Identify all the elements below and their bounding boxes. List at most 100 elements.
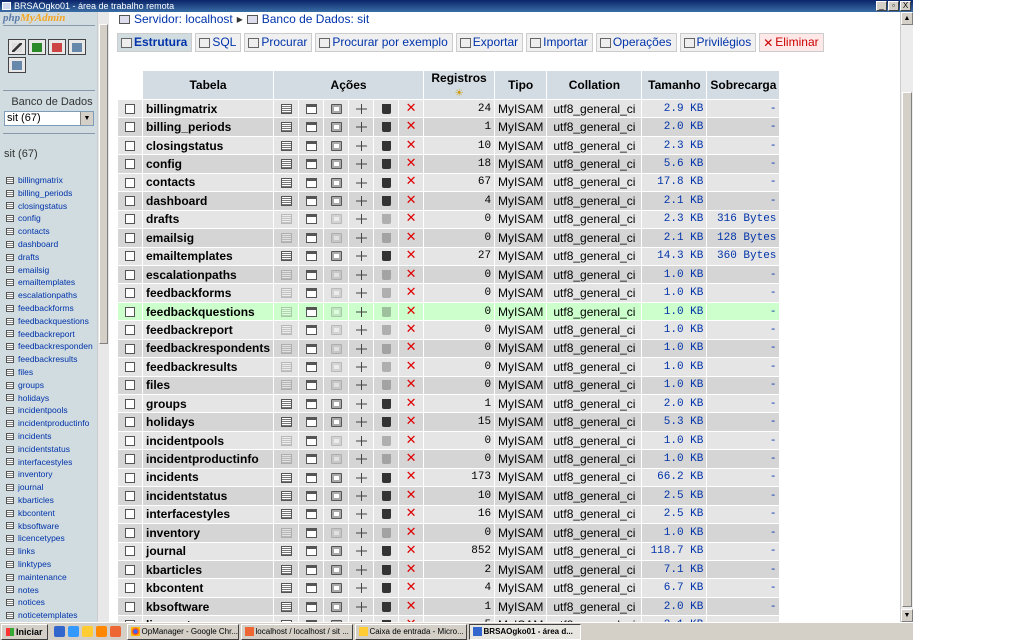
table-name[interactable]: feedbackresults <box>143 358 274 376</box>
drop-icon[interactable]: ✕ <box>406 211 417 226</box>
help-icon[interactable]: ☀ <box>455 88 464 99</box>
tab-sql[interactable]: SQL <box>195 33 242 52</box>
scroll-down-arrow-icon[interactable]: ▼ <box>901 609 913 622</box>
table-row[interactable]: emailsig ✕ 0 MyISAM utf8_general_ci 2.1 KB 128… <box>118 229 780 247</box>
internet-explorer-icon[interactable] <box>67 626 79 637</box>
table-name[interactable]: closingstatus <box>143 136 274 155</box>
table-row[interactable]: feedbackresults ✕ 0 MyISAM utf8_general_ci 1.… <box>118 358 780 376</box>
phpmyadmin-logo[interactable]: phpMyAdmin <box>3 12 99 24</box>
reload-button[interactable] <box>8 57 26 73</box>
table-size[interactable]: 6.7 KB <box>642 579 707 597</box>
browse-icon[interactable] <box>280 214 292 225</box>
table-size[interactable]: 2.0 KB <box>642 118 707 136</box>
structure-icon[interactable] <box>305 140 317 151</box>
structure-icon[interactable] <box>305 472 317 483</box>
insert-icon[interactable] <box>355 398 367 409</box>
sidebar-table-link[interactable]: kbsoftware <box>6 520 106 533</box>
insert-icon[interactable] <box>355 546 367 557</box>
drop-icon[interactable]: ✕ <box>406 414 417 429</box>
search-icon[interactable] <box>330 435 342 446</box>
sidebar-table-link[interactable]: escalationpaths <box>6 289 106 302</box>
firefox-icon[interactable] <box>109 626 121 637</box>
table-size[interactable]: 1.0 KB <box>642 265 707 284</box>
row-checkbox[interactable] <box>125 103 135 114</box>
table-size[interactable]: 1.0 KB <box>642 321 707 339</box>
drop-icon[interactable]: ✕ <box>406 156 417 171</box>
structure-icon[interactable] <box>305 454 317 465</box>
overhead[interactable]: 128 Bytes <box>707 229 780 247</box>
table-size[interactable]: 1.0 KB <box>642 450 707 468</box>
browse-icon[interactable] <box>280 269 292 280</box>
search-icon[interactable] <box>330 398 342 409</box>
drop-icon[interactable]: ✕ <box>406 469 417 484</box>
empty-table-icon[interactable] <box>381 601 391 612</box>
sidebar-table-link[interactable]: feedbackreport <box>6 328 106 341</box>
sidebar-table-link[interactable]: contacts <box>6 225 106 238</box>
empty-table-icon[interactable] <box>381 564 391 575</box>
taskbar-button-inbox[interactable]: Caixa de entrada - Micro... <box>354 623 467 640</box>
table-size[interactable]: 66.2 KB <box>642 468 707 487</box>
table-row[interactable]: kbcontent ✕ 4 MyISAM utf8_general_ci 6.7 KB - <box>118 579 780 597</box>
empty-table-icon[interactable] <box>381 196 391 206</box>
search-icon[interactable] <box>330 214 342 225</box>
empty-table-icon[interactable] <box>381 122 391 133</box>
overhead[interactable]: 316 Bytes <box>707 210 780 229</box>
empty-table-icon[interactable] <box>381 177 391 188</box>
tab-eliminar[interactable]: ✕ Eliminar <box>759 33 824 52</box>
drop-icon[interactable]: ✕ <box>406 285 417 300</box>
table-row[interactable]: feedbackforms ✕ 0 MyISAM utf8_general_ci 1.0 … <box>118 284 780 302</box>
browse-icon[interactable] <box>280 435 292 446</box>
table-row[interactable]: billing_periods ✕ 1 MyISAM utf8_general_ci 2.… <box>118 118 780 136</box>
table-size[interactable]: 2.0 KB <box>642 395 707 413</box>
sidebar-table-link[interactable]: holidays <box>6 392 106 405</box>
row-checkbox[interactable] <box>125 288 135 299</box>
browse-icon[interactable] <box>280 232 292 243</box>
insert-icon[interactable] <box>355 454 367 465</box>
sidebar-table-link[interactable]: journal <box>6 481 106 494</box>
table-row[interactable]: journal ✕ 852 MyISAM utf8_general_ci 118.7 KB… <box>118 542 780 560</box>
search-icon[interactable] <box>330 232 342 243</box>
tab-importar[interactable]: Importar <box>526 33 593 52</box>
sidebar-table-link[interactable]: emailsig <box>6 264 106 277</box>
insert-icon[interactable] <box>355 601 367 612</box>
table-size[interactable]: 2.3 KB <box>642 136 707 155</box>
sidebar-table-link[interactable]: config <box>6 212 106 225</box>
drop-icon[interactable]: ✕ <box>406 230 417 245</box>
insert-icon[interactable] <box>355 251 367 262</box>
drop-icon[interactable]: ✕ <box>406 138 417 153</box>
row-checkbox[interactable] <box>125 417 135 428</box>
structure-icon[interactable] <box>305 564 317 575</box>
insert-icon[interactable] <box>355 140 367 151</box>
exit-button[interactable] <box>28 39 46 55</box>
table-size[interactable]: 17.8 KB <box>642 173 707 192</box>
drop-icon[interactable]: ✕ <box>406 101 417 116</box>
sidebar-table-link[interactable]: inventory <box>6 468 106 481</box>
structure-icon[interactable] <box>305 196 317 206</box>
empty-table-icon[interactable] <box>381 103 391 114</box>
search-icon[interactable] <box>330 288 342 299</box>
insert-icon[interactable] <box>355 177 367 188</box>
sidebar-table-link[interactable]: groups <box>6 379 106 392</box>
structure-icon[interactable] <box>305 527 317 538</box>
table-name[interactable]: holidays <box>143 413 274 431</box>
empty-table-icon[interactable] <box>381 288 391 299</box>
row-checkbox[interactable] <box>125 546 135 557</box>
row-checkbox[interactable] <box>125 196 135 206</box>
table-row[interactable]: holidays ✕ 15 MyISAM utf8_general_ci 5.3 KB - <box>118 413 780 431</box>
table-size[interactable]: 2.0 KB <box>642 597 707 616</box>
table-size[interactable]: 1.0 KB <box>642 339 707 358</box>
structure-icon[interactable] <box>305 417 317 428</box>
sidebar-table-link[interactable]: notes <box>6 584 106 597</box>
drop-icon[interactable]: ✕ <box>406 506 417 521</box>
sidebar-table-link[interactable]: kbcontent <box>6 507 106 520</box>
search-icon[interactable] <box>330 601 342 612</box>
sidebar-table-link[interactable]: noticetemplates <box>6 609 106 622</box>
insert-icon[interactable] <box>355 361 367 372</box>
overhead[interactable]: 360 Bytes <box>707 247 780 265</box>
drop-icon[interactable]: ✕ <box>406 488 417 503</box>
desktop-icon[interactable] <box>53 626 65 637</box>
table-size[interactable]: 2.1 KB <box>642 229 707 247</box>
browse-icon[interactable] <box>280 325 292 336</box>
browse-icon[interactable] <box>280 454 292 465</box>
search-icon[interactable] <box>330 564 342 575</box>
